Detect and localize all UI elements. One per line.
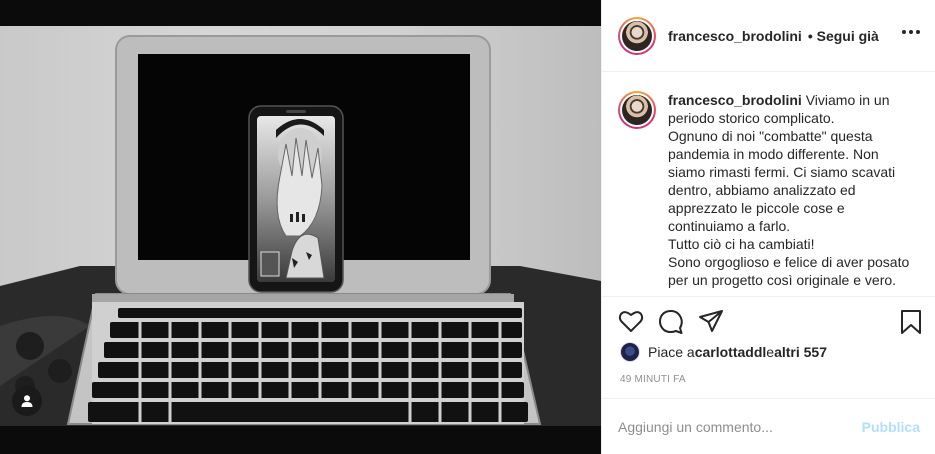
likes-others-link[interactable]: altri 557 bbox=[774, 344, 827, 360]
likes-prefix: Piace a bbox=[648, 344, 695, 360]
media-top-edge bbox=[0, 0, 601, 26]
caption-line: continuiamo a farlo. bbox=[668, 218, 791, 234]
caption-line: dentro, abbiamo analizzato ed bbox=[668, 182, 856, 198]
heart-icon[interactable] bbox=[618, 309, 644, 333]
user-tag-button[interactable] bbox=[12, 386, 42, 416]
more-options-button[interactable] bbox=[902, 30, 920, 34]
bookmark-icon[interactable] bbox=[900, 309, 922, 335]
instagram-post-modal: MacBook Air bbox=[0, 0, 935, 454]
caption-line: Viviamo in un bbox=[805, 92, 890, 108]
author-avatar[interactable] bbox=[618, 16, 656, 55]
caption-author-avatar[interactable] bbox=[618, 91, 656, 129]
caption-author-avatar-image bbox=[622, 95, 652, 125]
caption-line: Tutto ciò ci ha cambiati! bbox=[668, 236, 815, 252]
comment-input[interactable] bbox=[618, 418, 848, 435]
more-horizontal-icon bbox=[902, 30, 906, 34]
post-header: francesco_brodolini • Segui già bbox=[602, 0, 935, 72]
post-actions-bar bbox=[602, 296, 935, 346]
caption-line: apprezzato le piccole cose e bbox=[668, 200, 845, 216]
media-bottom-edge bbox=[0, 426, 601, 454]
user-tag-icon bbox=[21, 395, 33, 407]
post-media[interactable]: MacBook Air bbox=[0, 0, 601, 454]
laptop-photo-illustration: MacBook Air bbox=[0, 35, 601, 426]
likes-conjunction: e bbox=[766, 344, 775, 360]
caption-line: pandemia in modo differente. Non bbox=[668, 146, 879, 162]
liker-avatar[interactable] bbox=[620, 342, 640, 362]
caption-scroll-area[interactable]: francesco_brodolini Viviamo in un period… bbox=[602, 73, 935, 295]
caption-line: per un progetto così originale e vero. bbox=[668, 272, 897, 288]
likes-summary: Piace a carlottaddl e altri 557 bbox=[620, 342, 827, 362]
caption-comment: francesco_brodolini Viviamo in un period… bbox=[618, 91, 924, 289]
author-avatar-image bbox=[622, 20, 652, 51]
caption-line: Sono orgoglioso e felice di aver posato bbox=[668, 254, 910, 270]
follow-status-button[interactable]: • Segui già bbox=[808, 28, 879, 44]
publish-comment-button[interactable]: Pubblica bbox=[862, 419, 920, 435]
post-photo[interactable]: MacBook Air bbox=[0, 26, 601, 426]
post-timestamp[interactable]: 49 minuti fa bbox=[620, 374, 686, 385]
author-username-link[interactable]: francesco_brodolini bbox=[668, 28, 802, 44]
caption-line: Ognuno di noi "combatte" questa bbox=[668, 128, 873, 144]
caption-text: francesco_brodolini Viviamo in un period… bbox=[668, 91, 912, 289]
comment-icon[interactable] bbox=[658, 309, 684, 335]
caption-username-link[interactable]: francesco_brodolini bbox=[668, 92, 802, 108]
send-icon[interactable] bbox=[698, 309, 724, 333]
caption-line: siamo rimasti fermi. Ci siamo scavati bbox=[668, 164, 896, 180]
post-details-panel: francesco_brodolini • Segui già francesc… bbox=[601, 0, 935, 454]
liker-username-link[interactable]: carlottaddl bbox=[695, 344, 767, 360]
caption-line: periodo storico complicato. bbox=[668, 110, 835, 126]
add-comment-form: Pubblica bbox=[602, 398, 935, 454]
